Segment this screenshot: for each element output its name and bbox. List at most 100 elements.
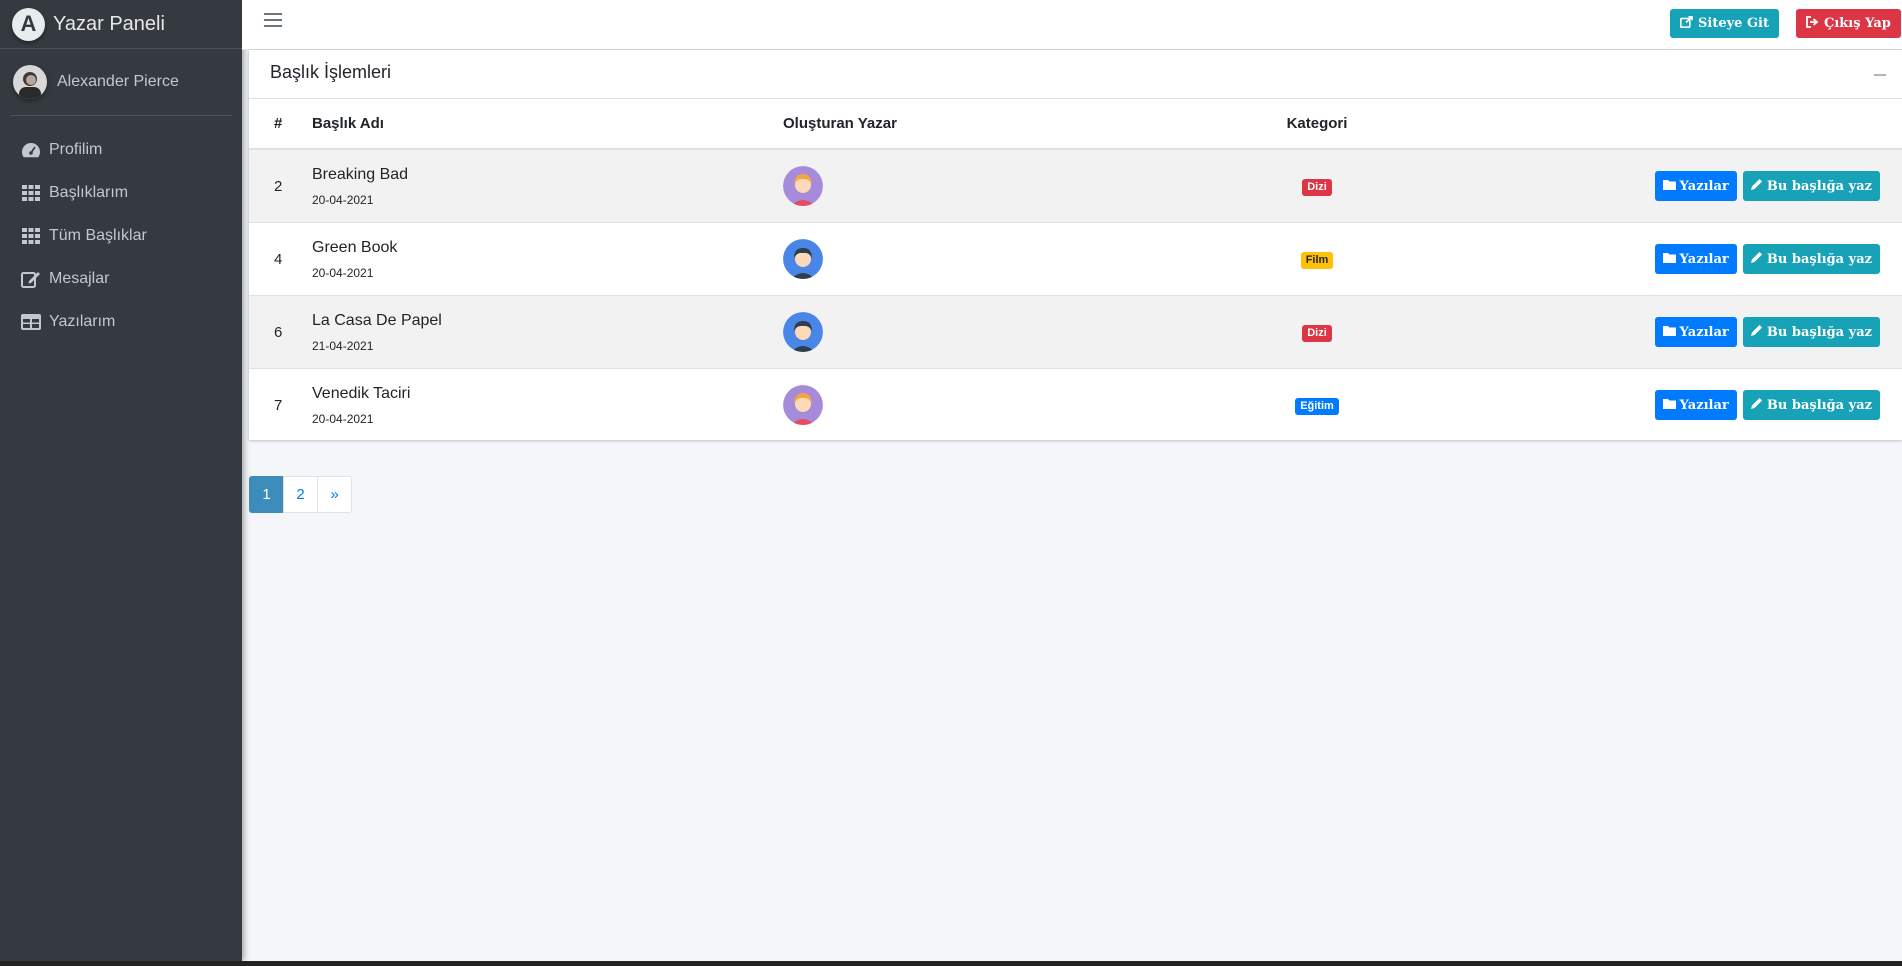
posts-button[interactable]: Yazılar <box>1654 171 1737 201</box>
title-name: La Casa De Papel <box>312 311 442 329</box>
actions-cell: Yazılar Bu başlığa yaz <box>1443 368 1902 441</box>
write-button[interactable]: Bu başlığa yaz <box>1742 390 1880 420</box>
row-number: 2 <box>249 148 312 223</box>
top-navbar: Siteye Git Çıkış Yap <box>242 0 1902 50</box>
brand-text: Yazar Paneli <box>53 12 165 35</box>
pencil-icon <box>1750 178 1763 194</box>
table-row: 4 Green Book 20-04-2021 Film Yazılar Bu … <box>249 222 1902 296</box>
write-button[interactable]: Bu başlığa yaz <box>1742 244 1880 274</box>
category-cell: Film <box>1191 222 1443 296</box>
title-cell: Breaking Bad 20-04-2021 <box>312 148 783 223</box>
write-button[interactable]: Bu başlığa yaz <box>1742 171 1880 201</box>
male-avatar-icon <box>783 312 823 352</box>
column-header-category: Kategori <box>1191 99 1443 150</box>
title-date: 20-04-2021 <box>312 411 374 426</box>
sign-out-icon <box>1806 15 1819 32</box>
category-cell: Eğitim <box>1191 368 1443 441</box>
pencil-icon <box>1750 324 1763 340</box>
sidebar-item-yazilarim[interactable]: Yazılarım <box>0 300 242 343</box>
sidebar-item-basliklarim[interactable]: Başlıklarım <box>0 171 242 214</box>
edit-icon <box>20 269 42 289</box>
row-number: 7 <box>249 368 312 441</box>
external-link-icon <box>1680 15 1693 32</box>
sidebar-item-mesajlar[interactable]: Mesajlar <box>0 257 242 300</box>
logout-button-label: Çıkış Yap <box>1824 16 1891 31</box>
sidebar-nav: Profilim Başlıklarım Tüm Başlıklar Mesaj… <box>0 116 242 343</box>
table-icon <box>20 312 42 332</box>
title-name: Green Book <box>312 238 398 256</box>
title-name: Venedik Taciri <box>312 384 411 402</box>
author-cell <box>783 368 1191 441</box>
sidebar-item-label: Tüm Başlıklar <box>49 226 147 244</box>
next-page-link[interactable]: » <box>317 476 352 513</box>
posts-button-label: Yazılar <box>1679 324 1729 340</box>
posts-button-label: Yazılar <box>1679 178 1729 194</box>
author-cell <box>783 295 1191 369</box>
sidebar-item-label: Yazılarım <box>49 312 116 330</box>
user-avatar <box>13 65 47 99</box>
pencil-icon <box>1750 397 1763 413</box>
folder-icon <box>1662 179 1676 194</box>
table-row: 6 La Casa De Papel 21-04-2021 Dizi Yazıl… <box>249 295 1902 369</box>
write-button-label: Bu başlığa yaz <box>1766 324 1872 340</box>
pagination: 1 2 » <box>249 476 352 513</box>
sidebar-item-label: Profilim <box>49 140 103 158</box>
write-button[interactable]: Bu başlığa yaz <box>1742 317 1880 347</box>
card-header: Başlık İşlemleri <box>249 50 1902 99</box>
site-button-label: Siteye Git <box>1698 16 1769 31</box>
female-avatar-icon <box>783 385 823 425</box>
title-cell: Green Book 20-04-2021 <box>312 222 783 296</box>
sidebar: A Yazar Paneli Alexander Pierce Profilim… <box>0 0 242 961</box>
sidebar-item-profilim[interactable]: Profilim <box>0 128 242 171</box>
write-button-label: Bu başlığa yaz <box>1766 178 1872 194</box>
sidebar-item-label: Mesajlar <box>49 269 110 287</box>
titles-table: # Başlık Adı Oluşturan Yazar Kategori 2 … <box>249 99 1902 441</box>
write-button-label: Bu başlığa yaz <box>1766 251 1872 267</box>
folder-icon <box>1662 325 1676 340</box>
title-date: 20-04-2021 <box>312 265 374 280</box>
sidebar-item-tum-basliklar[interactable]: Tüm Başlıklar <box>0 214 242 257</box>
category-badge: Dizi <box>1302 324 1332 342</box>
posts-button-label: Yazılar <box>1679 251 1729 267</box>
column-header-number: # <box>249 99 312 150</box>
actions-cell: Yazılar Bu başlığa yaz <box>1443 222 1902 296</box>
table-row: 7 Venedik Taciri 20-04-2021 Eğitim Yazıl… <box>249 368 1902 441</box>
brand-logo: A <box>12 7 45 41</box>
male-avatar-icon <box>783 239 823 279</box>
row-number: 4 <box>249 222 312 296</box>
posts-button-label: Yazılar <box>1679 397 1729 413</box>
pencil-icon <box>1750 251 1763 267</box>
sidebar-item-label: Başlıklarım <box>49 183 129 201</box>
grid-icon <box>20 183 42 203</box>
page-1-link[interactable]: 1 <box>249 476 284 513</box>
column-header-author: Oluşturan Yazar <box>783 99 1191 150</box>
posts-button[interactable]: Yazılar <box>1654 317 1737 347</box>
title-cell: Venedik Taciri 20-04-2021 <box>312 368 783 441</box>
grid-icon <box>20 226 42 246</box>
title-name: Breaking Bad <box>312 165 409 183</box>
actions-cell: Yazılar Bu başlığa yaz <box>1443 148 1902 223</box>
user-panel[interactable]: Alexander Pierce <box>10 49 232 116</box>
category-badge: Film <box>1300 251 1334 269</box>
category-cell: Dizi <box>1191 295 1443 369</box>
site-button[interactable]: Siteye Git <box>1670 9 1779 38</box>
title-date: 20-04-2021 <box>312 192 374 207</box>
menu-toggle-icon[interactable] <box>264 13 282 29</box>
page-2-link[interactable]: 2 <box>283 476 318 513</box>
author-cell <box>783 222 1191 296</box>
brand-link[interactable]: A Yazar Paneli <box>0 0 242 49</box>
write-button-label: Bu başlığa yaz <box>1766 397 1872 413</box>
actions-cell: Yazılar Bu başlığa yaz <box>1443 295 1902 369</box>
category-cell: Dizi <box>1191 148 1443 223</box>
collapse-icon[interactable] <box>1874 74 1886 76</box>
title-cell: La Casa De Papel 21-04-2021 <box>312 295 783 369</box>
bottom-edge <box>0 961 1902 966</box>
posts-button[interactable]: Yazılar <box>1654 244 1737 274</box>
row-number: 6 <box>249 295 312 369</box>
category-badge: Eğitim <box>1295 397 1339 415</box>
posts-button[interactable]: Yazılar <box>1654 390 1737 420</box>
card-title: Başlık İşlemleri <box>270 62 392 82</box>
author-cell <box>783 148 1191 223</box>
folder-icon <box>1662 398 1676 413</box>
logout-button[interactable]: Çıkış Yap <box>1796 9 1901 38</box>
